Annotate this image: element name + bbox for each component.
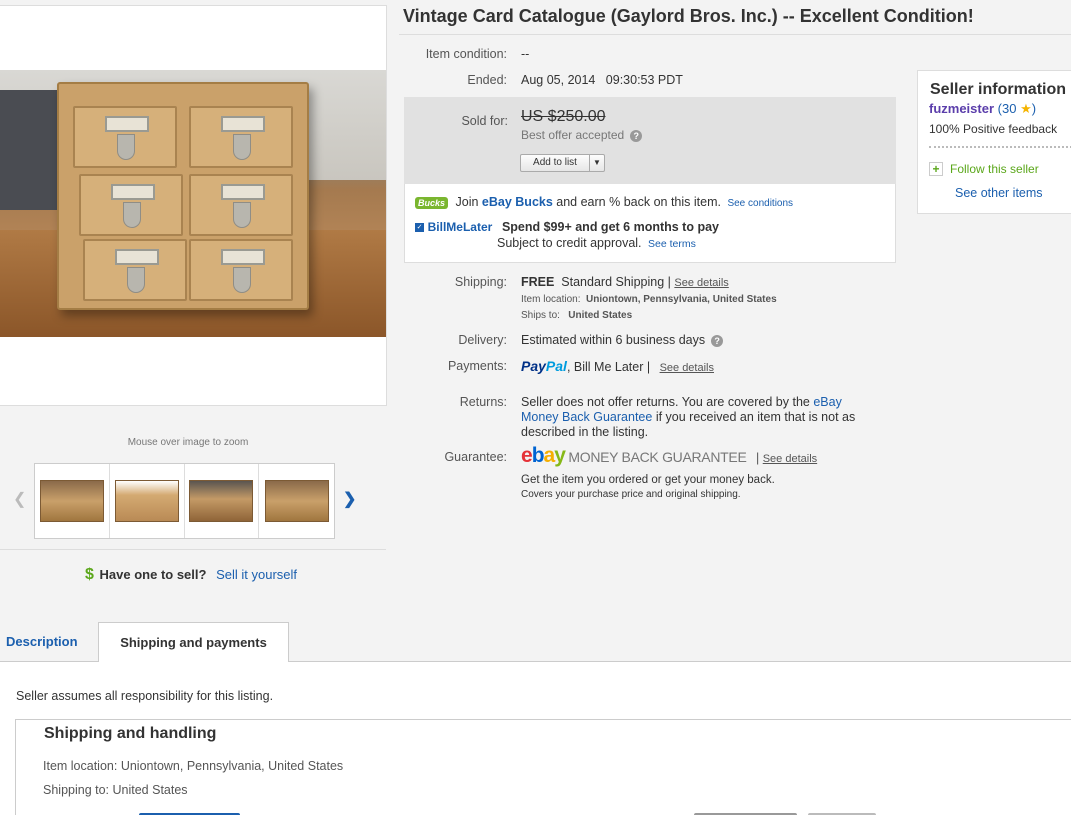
seller-information-panel: Seller information fuzmeister (30 ★) 100… xyxy=(917,70,1071,214)
chevron-right-icon[interactable]: ❯ xyxy=(343,489,356,509)
bml-row: ✓ BillMeLater Spend $99+ and get 6 month… xyxy=(415,219,719,234)
shipping-value: FREE Standard Shipping | See details xyxy=(521,275,729,289)
drawer xyxy=(189,106,293,168)
sell-it-yourself-link[interactable]: Sell it yourself xyxy=(216,567,297,582)
drawer xyxy=(79,174,183,236)
billmelater-logo: BillMeLater xyxy=(427,220,493,234)
plus-icon: + xyxy=(929,162,943,176)
seller-responsibility-text: Seller assumes all responsibility for th… xyxy=(16,689,274,703)
thumbnail[interactable] xyxy=(185,464,260,538)
bucks-icon: Bucks xyxy=(415,197,449,209)
delivery-value: Estimated within 6 business days? xyxy=(521,333,724,347)
shipping-handling-to: Shipping to: United States xyxy=(43,783,188,797)
shipping-handling-panel: Shipping and handling Item location: Uni… xyxy=(15,719,1071,815)
bucks-brand: eBay Bucks xyxy=(481,195,553,209)
card-catalog-cabinet xyxy=(57,82,309,310)
shipping-handling-title: Shipping and handling xyxy=(44,725,217,742)
condition-value: -- xyxy=(521,47,530,61)
see-other-items-link[interactable]: See other items xyxy=(955,186,1043,200)
price-panel: Sold for: US $250.00 Best offer accepted… xyxy=(404,97,896,184)
payments-see-details-link[interactable]: See details xyxy=(660,362,714,374)
help-icon[interactable]: ? xyxy=(711,334,724,347)
sell-prompt: $ Have one to sell? Sell it yourself xyxy=(85,566,297,584)
chevron-left-icon[interactable]: ❮ xyxy=(13,489,26,509)
see-conditions-link[interactable]: See conditions xyxy=(727,198,793,209)
delivery-label: Delivery: xyxy=(458,333,507,347)
guarantee-sub-1: Get the item you ordered or get your mon… xyxy=(521,474,775,486)
returns-label: Returns: xyxy=(459,395,507,409)
sell-question: Have one to sell? xyxy=(99,567,207,582)
add-to-list-button[interactable]: Add to list ▼ xyxy=(520,154,605,172)
bucks-join-text: Join xyxy=(455,195,479,209)
drawer xyxy=(73,106,177,168)
seller-info-title: Seller information xyxy=(930,81,1067,98)
sold-for-label: Sold for: xyxy=(461,114,508,128)
bml-sub: Subject to credit approval. xyxy=(497,236,642,250)
bml-headline: Spend $99+ and get 6 months to pay xyxy=(501,220,719,234)
guarantee-label: Guarantee: xyxy=(444,450,507,464)
paypal-logo: Pay xyxy=(521,358,546,374)
bucks-text: and earn % back on this item. xyxy=(556,195,721,209)
guarantee-sub-2: Covers your purchase price and original … xyxy=(521,489,741,500)
drawer xyxy=(83,239,187,301)
shipping-label: Shipping: xyxy=(454,275,507,289)
divider xyxy=(0,549,386,550)
payments-value: PayPal, Bill Me Later | See details xyxy=(521,358,714,374)
main-image-frame[interactable] xyxy=(0,5,387,406)
see-terms-link[interactable]: See terms xyxy=(648,238,696,250)
ebay-logo: ebay xyxy=(521,444,566,467)
zoom-hint: Mouse over image to zoom xyxy=(127,437,249,448)
payments-text: , Bill Me Later | xyxy=(566,360,651,374)
drawer xyxy=(189,239,293,301)
thumbnail-strip xyxy=(34,463,335,539)
ended-label: Ended: xyxy=(467,73,507,87)
shipping-handling-location: Item location: Uniontown, Pennsylvania, … xyxy=(43,759,344,773)
tab-shipping-and-payments[interactable]: Shipping and payments xyxy=(98,622,289,662)
promotions-panel: Bucks Join eBay Bucks and earn % back on… xyxy=(404,184,896,263)
chevron-down-icon[interactable]: ▼ xyxy=(590,155,604,171)
shipping-service: Standard Shipping | xyxy=(561,275,671,289)
star-icon: ★ xyxy=(1020,101,1032,116)
payments-label: Payments: xyxy=(447,359,507,373)
dollar-icon: $ xyxy=(85,566,94,583)
drawer xyxy=(189,174,293,236)
add-to-list-label[interactable]: Add to list xyxy=(521,155,590,171)
feedback-score[interactable]: 30 xyxy=(1002,101,1016,116)
seller-name-row: fuzmeister (30 ★) xyxy=(929,101,1037,116)
money-back-guarantee-text: MONEY BACK GUARANTEE xyxy=(568,449,747,465)
returns-value: Seller does not offer returns. You are c… xyxy=(521,395,856,439)
help-icon[interactable]: ? xyxy=(630,129,643,142)
bml-sub-row: Subject to credit approval. See terms xyxy=(497,236,696,250)
guarantee-logo-row: ebay MONEY BACK GUARANTEE | See details xyxy=(521,444,818,467)
thumbnail[interactable] xyxy=(110,464,185,538)
guarantee-see-details-link[interactable]: See details xyxy=(763,453,817,465)
divider xyxy=(929,146,1071,148)
main-product-image[interactable] xyxy=(0,70,386,337)
shipping-tab-content: Seller assumes all responsibility for th… xyxy=(0,662,1071,815)
listing-title: Vintage Card Catalogue (Gaylord Bros. In… xyxy=(403,6,974,26)
best-offer-text: Best offer accepted? xyxy=(521,128,643,142)
checkmark-icon: ✓ xyxy=(415,223,424,233)
item-location: Item location: Uniontown, Pennsylvania, … xyxy=(521,294,777,305)
thumbnail[interactable] xyxy=(35,464,110,538)
ended-value: Aug 05, 2014 09:30:53 PDT xyxy=(521,73,683,87)
condition-label: Item condition: xyxy=(425,47,507,61)
divider xyxy=(399,34,1071,35)
thumbnail[interactable] xyxy=(259,464,334,538)
positive-feedback: 100% Positive feedback xyxy=(929,122,1058,136)
follow-seller-link[interactable]: + Follow this seller xyxy=(929,162,1039,176)
ships-to: Ships to: United States xyxy=(521,310,633,321)
tab-description[interactable]: Description xyxy=(0,622,98,662)
free-shipping: FREE xyxy=(521,275,555,289)
seller-name[interactable]: fuzmeister xyxy=(929,101,994,116)
shipping-see-details-link[interactable]: See details xyxy=(674,277,728,289)
bucks-row: Bucks Join eBay Bucks and earn % back on… xyxy=(415,195,793,209)
sold-price: US $250.00 xyxy=(521,108,606,125)
